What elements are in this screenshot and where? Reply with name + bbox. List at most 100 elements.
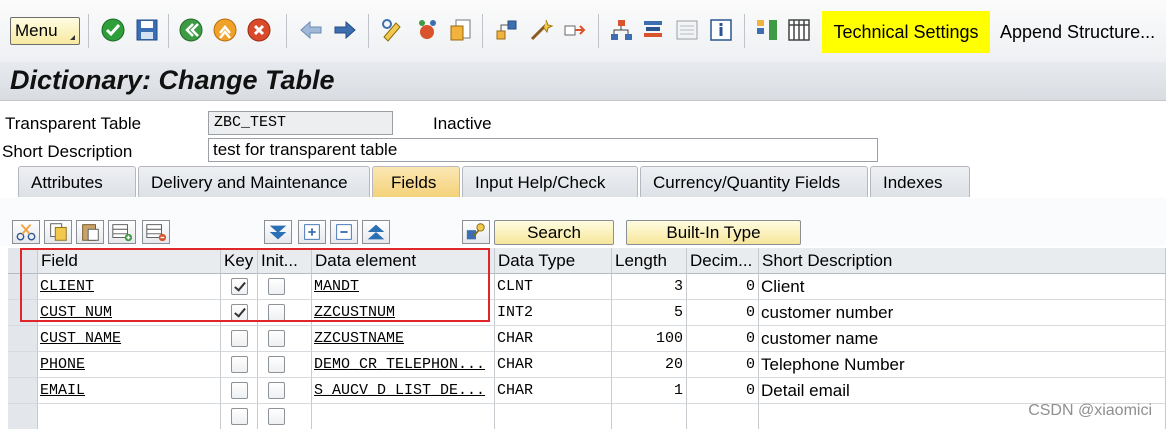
init-checkbox[interactable]: [268, 304, 285, 321]
tab-delivery-maintenance[interactable]: Delivery and Maintenance: [138, 166, 370, 197]
row-selector[interactable]: [8, 404, 38, 429]
field-name-cell[interactable]: PHONE: [38, 352, 221, 378]
paste-icon[interactable]: [76, 220, 104, 244]
key-checkbox[interactable]: [231, 330, 248, 347]
length-cell: 3: [612, 274, 687, 300]
length-cell: 20: [612, 352, 687, 378]
info-icon[interactable]: [708, 17, 734, 43]
display-change-icon[interactable]: [380, 17, 406, 43]
column-header-length[interactable]: Length: [612, 248, 687, 274]
length-cell: 100: [612, 326, 687, 352]
key-checkbox[interactable]: [231, 382, 248, 399]
init-cell: [258, 404, 312, 429]
back-icon[interactable]: [178, 17, 204, 43]
contents-icon[interactable]: [674, 17, 700, 43]
watermark: CSDN @xiaomici: [1028, 402, 1152, 419]
table-structure-icon[interactable]: [640, 17, 666, 43]
expand-icon[interactable]: [298, 220, 326, 244]
init-checkbox[interactable]: [268, 330, 285, 347]
field-name-cell[interactable]: CUST_NAME: [38, 326, 221, 352]
next-object-icon[interactable]: [332, 17, 358, 43]
key-cell: [221, 274, 258, 300]
sort-up-icon[interactable]: [362, 220, 390, 244]
copy-icon[interactable]: [44, 220, 72, 244]
field-name-cell[interactable]: CUST_NUM: [38, 300, 221, 326]
data-element-cell[interactable]: ZZCUSTNUM: [312, 300, 495, 326]
column-header-decimals[interactable]: Decim...: [687, 248, 759, 274]
navigation-icon[interactable]: [562, 17, 588, 43]
data-element-cell[interactable]: ZZCUSTNAME: [312, 326, 495, 352]
key-cell: [221, 404, 258, 429]
cut-icon[interactable]: [12, 220, 40, 244]
field-name-cell[interactable]: EMAIL: [38, 378, 221, 404]
save-disk-icon[interactable]: [134, 17, 160, 43]
column-header-init[interactable]: Init...: [258, 248, 312, 274]
append-structure-button[interactable]: Append Structure...: [1000, 11, 1155, 53]
search-button[interactable]: Search: [494, 220, 614, 245]
column-header-data-type[interactable]: Data Type: [495, 248, 612, 274]
previous-object-icon[interactable]: [298, 17, 324, 43]
menu-button[interactable]: Menu: [10, 17, 80, 45]
table-row: [8, 404, 1166, 429]
built-in-type-button[interactable]: Built-In Type: [626, 220, 801, 245]
table-row: EMAIL S_AUCV_D_LIST_DE... CHAR 1 0 Detai…: [8, 378, 1166, 404]
key-checkbox[interactable]: [231, 356, 248, 373]
init-checkbox[interactable]: [268, 278, 285, 295]
row-selector[interactable]: [8, 274, 38, 300]
toolbar-separator: [482, 14, 483, 48]
insert-row-icon[interactable]: [108, 220, 136, 244]
tab-indexes[interactable]: Indexes: [870, 166, 970, 197]
row-selector-header[interactable]: [8, 248, 38, 274]
object-list-icon[interactable]: [494, 17, 520, 43]
collapse-icon[interactable]: [330, 220, 358, 244]
column-layout-icon[interactable]: [754, 17, 780, 43]
column-header-data-element[interactable]: Data element: [312, 248, 495, 274]
init-checkbox[interactable]: [268, 356, 285, 373]
init-checkbox[interactable]: [268, 382, 285, 399]
data-element-cell[interactable]: S_AUCV_D_LIST_DE...: [312, 378, 495, 404]
row-selector[interactable]: [8, 378, 38, 404]
toolbar-separator: [368, 14, 369, 48]
delete-row-icon[interactable]: [142, 220, 170, 244]
other-object-icon[interactable]: [528, 17, 554, 43]
sort-down-icon[interactable]: [264, 220, 292, 244]
key-settings-icon[interactable]: [462, 220, 490, 244]
field-name-cell[interactable]: [38, 404, 221, 429]
init-cell: [258, 300, 312, 326]
decimals-cell: 0: [687, 378, 759, 404]
data-element-cell[interactable]: DEMO_CR_TELEPHON...: [312, 352, 495, 378]
fields-table: Field Key Init... Data element Data Type…: [8, 248, 1166, 429]
tab-fields[interactable]: Fields: [372, 166, 460, 197]
data-type-cell: INT2: [495, 300, 612, 326]
data-element-cell[interactable]: MANDT: [312, 274, 495, 300]
where-used-icon[interactable]: [448, 17, 474, 43]
technical-settings-button[interactable]: Technical Settings: [822, 11, 990, 53]
column-header-short-description[interactable]: Short Description: [759, 248, 1166, 274]
field-name-cell[interactable]: CLIENT: [38, 274, 221, 300]
cancel-icon[interactable]: [246, 17, 272, 43]
data-type-cell: CHAR: [495, 352, 612, 378]
hierarchy-icon[interactable]: [608, 17, 634, 43]
key-checkbox[interactable]: [231, 408, 248, 425]
length-cell: 5: [612, 300, 687, 326]
tab-input-help-check[interactable]: Input Help/Check: [462, 166, 638, 197]
row-selector[interactable]: [8, 300, 38, 326]
column-header-key[interactable]: Key: [221, 248, 258, 274]
exit-icon[interactable]: [212, 17, 238, 43]
init-checkbox[interactable]: [268, 408, 285, 425]
table-columns-icon[interactable]: [786, 17, 812, 43]
key-checkbox[interactable]: [231, 304, 248, 321]
save-check-icon[interactable]: [100, 17, 126, 43]
row-selector[interactable]: [8, 352, 38, 378]
tab-attributes[interactable]: Attributes: [18, 166, 136, 197]
table-row: CUST_NAME ZZCUSTNAME CHAR 100 0 customer…: [8, 326, 1166, 352]
short-description-field[interactable]: test for transparent table: [208, 138, 878, 162]
short-description-cell: customer name: [759, 326, 1166, 352]
activate-icon[interactable]: [414, 17, 440, 43]
table-name-field[interactable]: ZBC_TEST: [208, 111, 393, 135]
key-checkbox[interactable]: [231, 278, 248, 295]
tab-currency-quantity[interactable]: Currency/Quantity Fields: [640, 166, 868, 197]
column-header-field[interactable]: Field: [38, 248, 221, 274]
row-selector[interactable]: [8, 326, 38, 352]
data-element-cell[interactable]: [312, 404, 495, 429]
